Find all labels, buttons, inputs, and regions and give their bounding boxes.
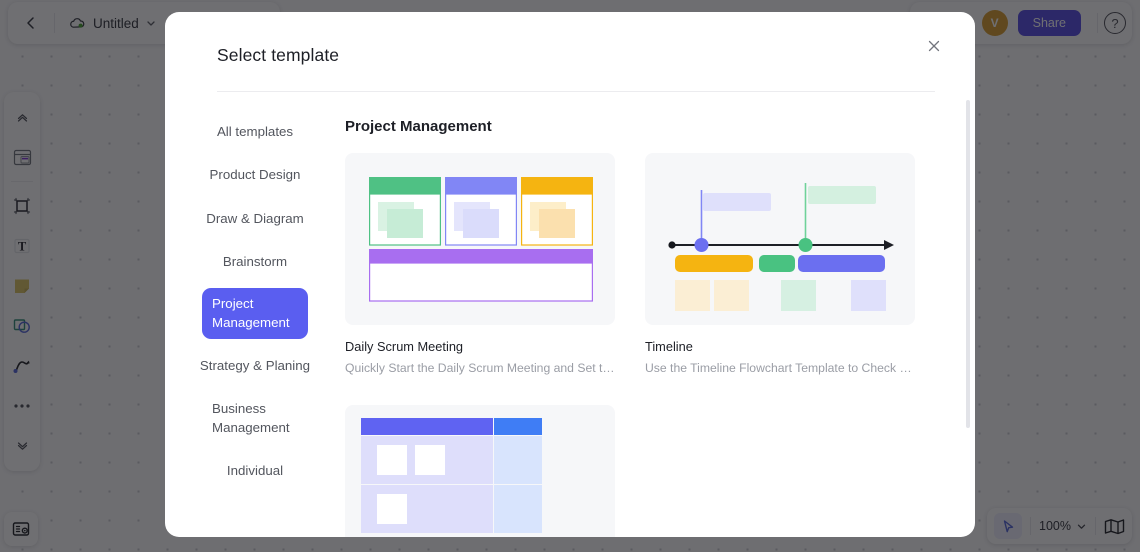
section-title: Project Management xyxy=(345,118,492,135)
category-strategy-planing[interactable]: Strategy & Planing xyxy=(190,349,320,382)
template-thumbnail xyxy=(645,153,915,325)
template-thumbnail xyxy=(345,153,615,325)
category-project-management[interactable]: Project Management xyxy=(202,288,308,339)
category-product-design[interactable]: Product Design xyxy=(200,158,311,191)
template-card-table[interactable] xyxy=(345,405,615,537)
modal-title: Select template xyxy=(217,45,340,65)
table-illustration xyxy=(361,418,542,533)
category-business-management[interactable]: Business Management xyxy=(202,392,308,445)
template-grid: Daily Scrum Meeting Quickly Start the Da… xyxy=(345,153,945,537)
scrum-board-illustration xyxy=(369,177,594,302)
category-brainstorm[interactable]: Brainstorm xyxy=(213,245,297,278)
close-icon xyxy=(928,40,940,52)
category-individual[interactable]: Individual xyxy=(217,454,293,487)
template-title: Timeline xyxy=(645,339,693,354)
category-all-templates[interactable]: All templates xyxy=(207,115,303,148)
template-description: Use the Timeline Flowchart Template to C… xyxy=(645,361,915,375)
template-card-timeline[interactable]: Timeline Use the Timeline Flowchart Temp… xyxy=(645,153,915,375)
template-title: Daily Scrum Meeting xyxy=(345,339,464,354)
close-button[interactable] xyxy=(921,33,947,59)
template-thumbnail xyxy=(345,405,615,537)
category-draw-diagram[interactable]: Draw & Diagram xyxy=(196,202,314,235)
modal-body: All templates Product Design Draw & Diag… xyxy=(165,92,975,537)
template-card-daily-scrum-meeting[interactable]: Daily Scrum Meeting Quickly Start the Da… xyxy=(345,153,615,375)
modal-scrollbar[interactable] xyxy=(966,100,970,428)
category-list: All templates Product Design Draw & Diag… xyxy=(165,92,345,537)
select-template-modal: Select template All templates Product De… xyxy=(165,12,975,537)
timeline-illustration xyxy=(668,183,894,311)
template-scroll-area[interactable]: Project Management Daily Scrum Meeting Q… xyxy=(345,92,975,537)
template-description: Quickly Start the Daily Scrum Meeting an… xyxy=(345,361,615,375)
